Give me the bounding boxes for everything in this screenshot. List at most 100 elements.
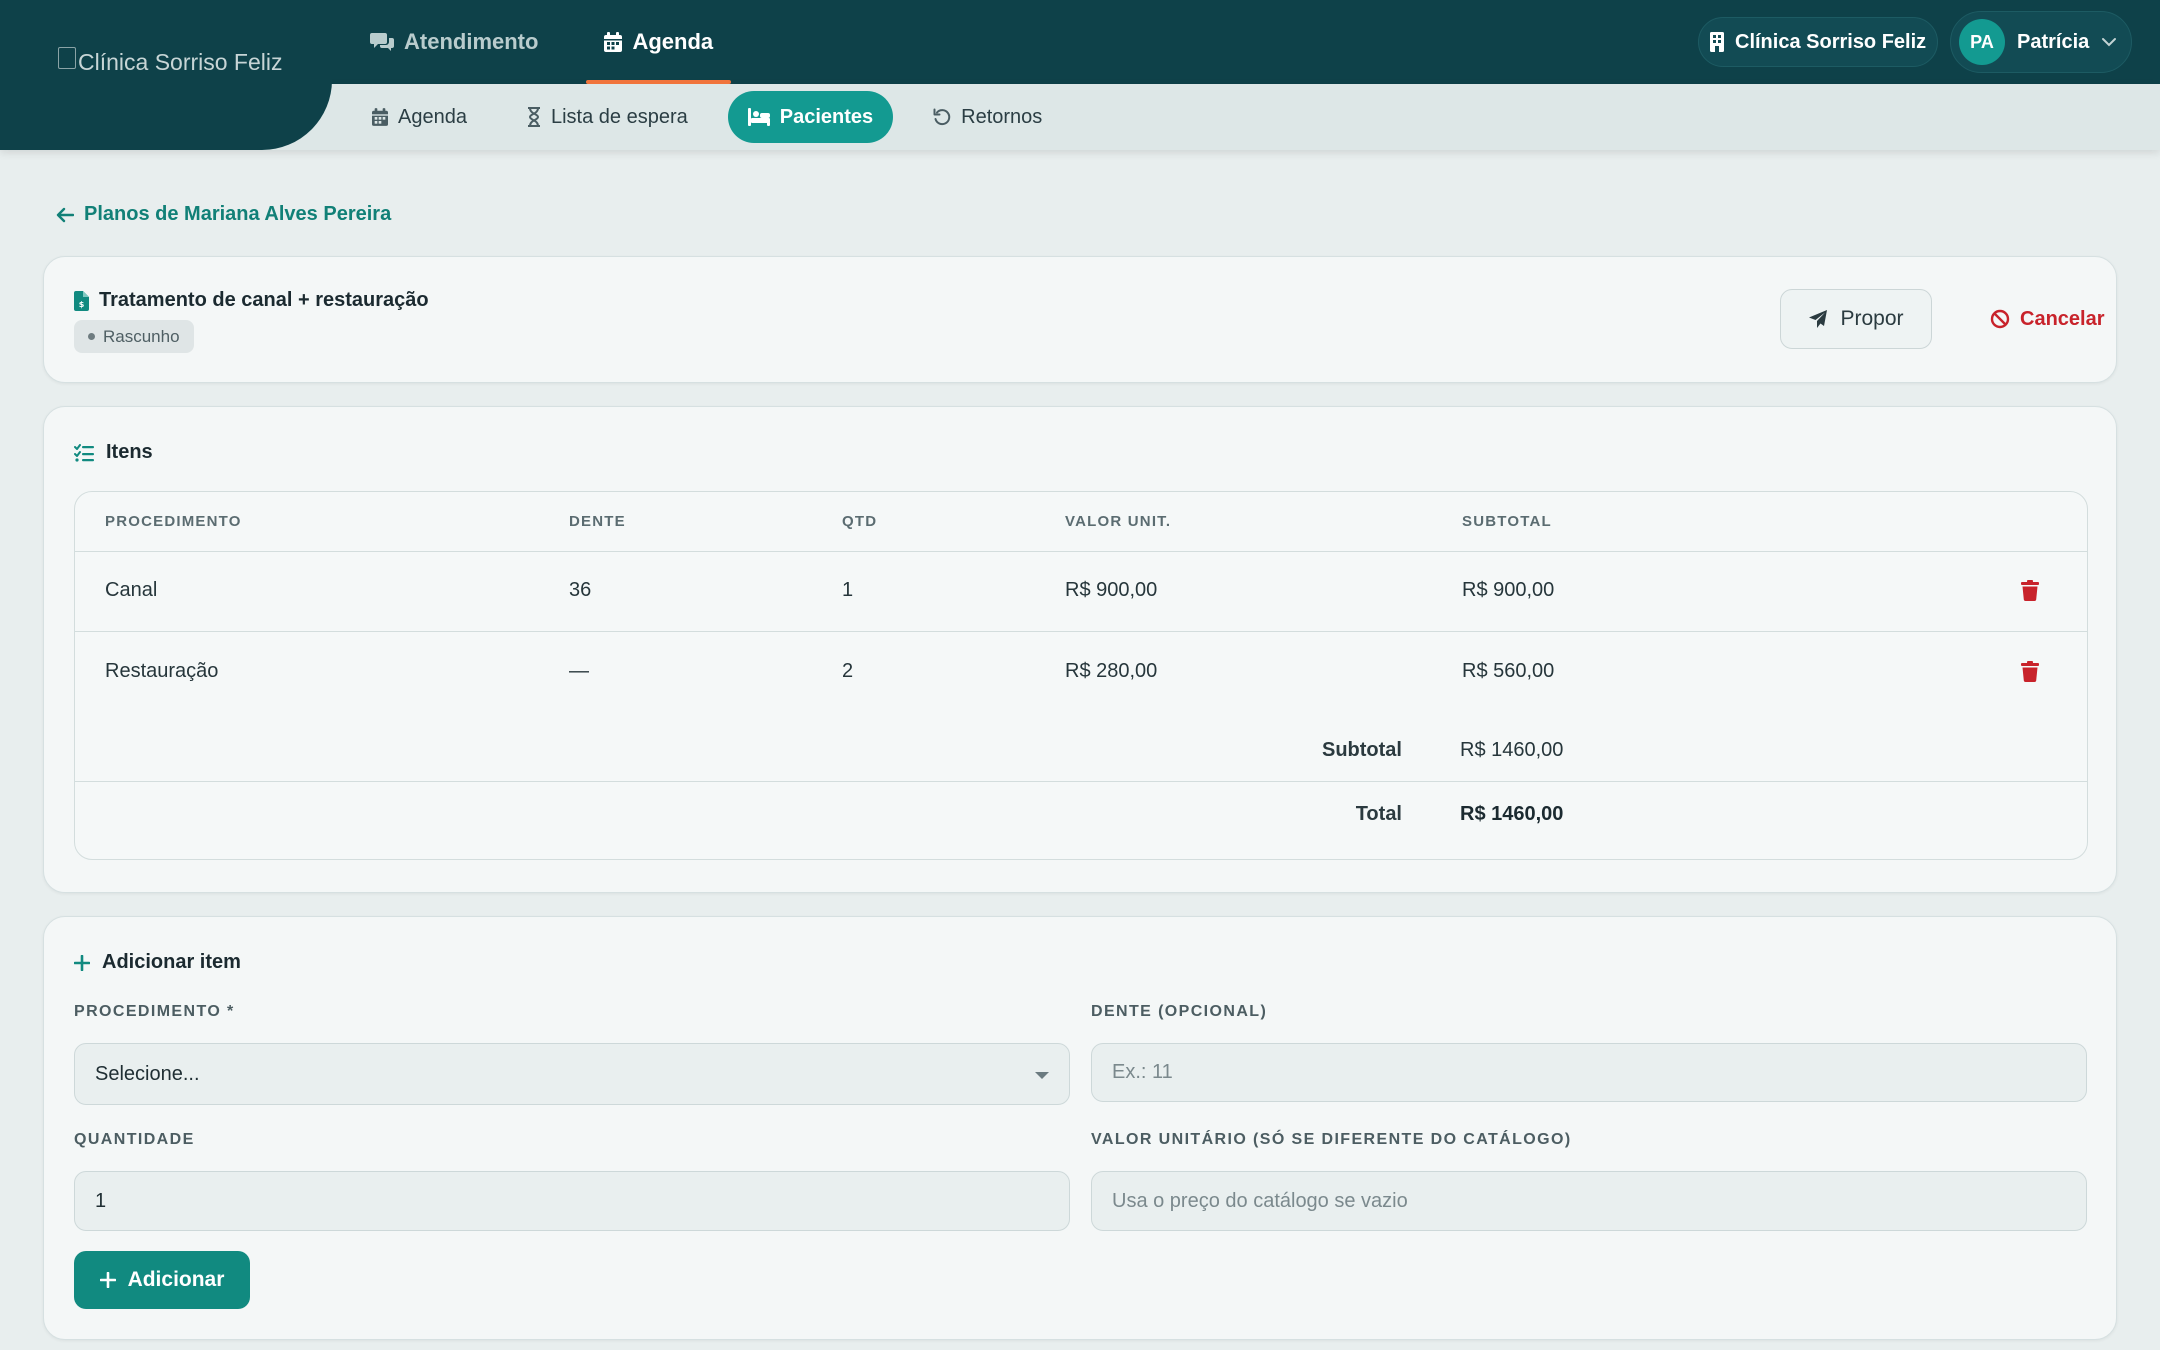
list-check-icon — [74, 443, 94, 462]
quantidade-label: QUANTIDADE — [74, 1131, 195, 1148]
clinic-name: Clínica Sorriso Feliz — [1735, 30, 1927, 53]
add-item-button[interactable]: Adicionar — [74, 1251, 250, 1309]
cell-procedimento: Canal — [105, 579, 158, 601]
user-name: Patrícia — [2017, 30, 2090, 53]
subtotal-row: Subtotal R$ 1460,00 — [75, 718, 2087, 782]
main-nav-label: Agenda — [632, 29, 714, 54]
patient-icon — [747, 108, 770, 126]
procedimento-label: PROCEDIMENTO * — [74, 1003, 235, 1020]
building-icon — [1709, 32, 1725, 52]
total-label: Total — [1355, 803, 1402, 825]
dente-input-placeholder: Ex.: 11 — [1112, 1061, 1173, 1083]
sub-nav-retornos[interactable]: Retornos — [913, 91, 1062, 143]
items-title-text: Itens — [106, 441, 153, 463]
ban-icon — [1990, 309, 2010, 329]
cell-subtotal: R$ 560,00 — [1462, 660, 1555, 682]
add-item-title: Adicionar item — [74, 951, 241, 974]
column-header-dente: DENTE — [569, 513, 626, 530]
column-header-procedimento: PROCEDIMENTO — [105, 513, 242, 530]
status-badge-label: Rascunho — [103, 326, 180, 346]
subtotal-label: Subtotal — [1322, 739, 1402, 761]
propose-button-label: Propor — [1840, 307, 1904, 330]
status-dot — [88, 333, 95, 340]
avatar: PA — [1959, 19, 2005, 65]
broken-image-icon — [58, 47, 76, 69]
table-header-row: PROCEDIMENTO DENTE QTD VALOR UNIT. SUBTO… — [75, 492, 2087, 552]
column-header-qtd: QTD — [842, 513, 878, 530]
table-row: Canal 36 1 R$ 900,00 R$ 900,00 — [75, 552, 2087, 632]
sub-nav-label: Lista de espera — [550, 105, 688, 128]
total-row: Total R$ 1460,00 — [75, 783, 2087, 858]
total-value: R$ 1460,00 — [1460, 803, 1564, 825]
quantidade-input[interactable]: 1 — [74, 1171, 1070, 1231]
items-card: Itens PROCEDIMENTO DENTE QTD VALOR UNIT.… — [43, 406, 2117, 893]
plus-icon — [99, 1272, 116, 1288]
table-row: Restauração — 2 R$ 280,00 R$ 560,00 — [75, 633, 2087, 713]
quantidade-input-value: 1 — [95, 1189, 107, 1212]
calendar-icon — [372, 108, 388, 126]
sub-nav-pacientes[interactable]: Pacientes — [727, 91, 894, 143]
plan-card: $ Tratamento de canal + restauração Rasc… — [43, 256, 2117, 383]
cell-subtotal: R$ 900,00 — [1462, 579, 1555, 601]
sub-nav-agenda[interactable]: Agenda — [352, 91, 487, 143]
logo-alt-text: Clínica Sorriso Feliz — [78, 48, 283, 75]
arrow-left-icon — [56, 207, 74, 223]
hourglass-icon — [527, 107, 541, 127]
cell-procedimento: Restauração — [105, 660, 219, 682]
add-item-card: Adicionar item PROCEDIMENTO * Selecione.… — [43, 916, 2117, 1340]
dente-input[interactable]: Ex.: 11 — [1091, 1043, 2087, 1102]
items-title: Itens — [74, 441, 153, 464]
back-link[interactable]: Planos de Mariana Alves Pereira — [56, 203, 391, 226]
undo-icon — [933, 108, 951, 126]
procedimento-select[interactable]: Selecione... — [74, 1043, 1070, 1105]
caret-down-icon — [1035, 1072, 1049, 1079]
sub-nav: Agenda Lista de espera Pacientes Retorno… — [352, 91, 1062, 143]
svg-text:$: $ — [79, 300, 85, 309]
chevron-down-icon — [2101, 37, 2117, 47]
paper-plane-icon — [1808, 309, 1828, 329]
cancel-button[interactable]: Cancelar — [1990, 289, 2105, 349]
delete-item-button[interactable] — [2021, 580, 2039, 601]
clinic-logo[interactable]: Clínica Sorriso Feliz — [58, 42, 298, 82]
valor-unitario-input[interactable]: Usa o preço do catálogo se vazio — [1091, 1171, 2087, 1231]
cell-valor-unit: R$ 900,00 — [1065, 579, 1158, 601]
dente-label: DENTE (OPCIONAL) — [1091, 1003, 1268, 1020]
logo-tab[interactable]: Clínica Sorriso Feliz — [0, 0, 332, 150]
add-item-title-text: Adicionar item — [102, 951, 241, 973]
calendar-icon — [604, 32, 623, 52]
sub-nav-label: Agenda — [398, 105, 467, 128]
subtotal-value: R$ 1460,00 — [1460, 739, 1564, 761]
cell-qtd: 2 — [842, 660, 854, 682]
add-item-button-label: Adicionar — [127, 1268, 225, 1291]
sub-nav-label: Pacientes — [779, 105, 874, 128]
cell-valor-unit: R$ 280,00 — [1065, 660, 1158, 682]
trash-icon — [2021, 661, 2039, 682]
propose-button[interactable]: Propor — [1780, 289, 1932, 349]
clinic-selector[interactable]: Clínica Sorriso Feliz — [1698, 17, 1938, 67]
status-badge: Rascunho — [74, 320, 194, 353]
cell-dente: — — [569, 660, 589, 682]
cancel-button-label: Cancelar — [2020, 307, 2105, 330]
user-menu[interactable]: PA Patrícia — [1950, 11, 2132, 73]
cell-dente: 36 — [569, 579, 592, 601]
main-nav-atendimento[interactable]: Atendimento — [352, 0, 556, 84]
sub-nav-lista-de-espera[interactable]: Lista de espera — [507, 91, 708, 143]
trash-icon — [2021, 580, 2039, 601]
main-nav-label: Atendimento — [404, 29, 539, 54]
back-link-label: Planos de Mariana Alves Pereira — [84, 203, 392, 225]
invoice-icon: $ — [74, 290, 89, 311]
delete-item-button[interactable] — [2021, 661, 2039, 682]
main-nav-agenda[interactable]: Agenda — [586, 0, 731, 84]
cell-qtd: 1 — [842, 579, 854, 601]
procedimento-select-value: Selecione... — [95, 1062, 200, 1085]
plan-title: $ Tratamento de canal + restauração — [74, 289, 429, 312]
chat-bubbles-icon — [370, 31, 394, 53]
column-header-valor-unit: VALOR UNIT. — [1065, 513, 1172, 530]
plus-icon — [74, 954, 90, 971]
column-header-subtotal: SUBTOTAL — [1462, 513, 1552, 530]
main-nav: Atendimento Agenda — [352, 0, 731, 84]
plan-title-text: Tratamento de canal + restauração — [99, 289, 429, 311]
valor-unitario-label: VALOR UNITÁRIO (SÓ SE DIFERENTE DO CATÁL… — [1091, 1131, 1572, 1148]
sub-nav-label: Retornos — [961, 105, 1043, 128]
valor-unitario-input-placeholder: Usa o preço do catálogo se vazio — [1112, 1189, 1408, 1212]
